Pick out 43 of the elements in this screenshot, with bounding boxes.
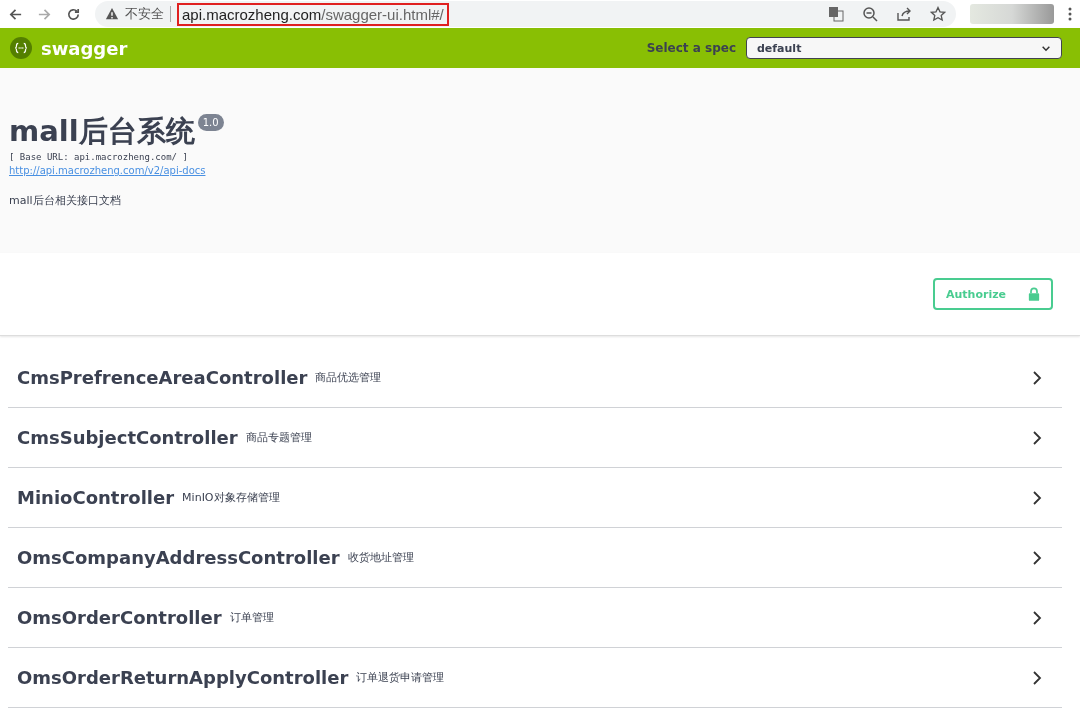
chevron-right-icon xyxy=(1032,429,1042,446)
chevron-right-icon xyxy=(1032,669,1042,686)
share-icon[interactable] xyxy=(896,6,912,22)
controller-description: 商品优选管理 xyxy=(315,370,382,385)
controller-section-header[interactable]: OmsCompanyAddressController 收货地址管理 xyxy=(8,528,1062,588)
controller-section-header[interactable]: CmsSubjectController 商品专题管理 xyxy=(8,408,1062,468)
address-bar[interactable]: 不安全 api.macrozheng.com/swagger-ui.html#/ xyxy=(95,1,956,27)
version-badge: 1.0 xyxy=(197,114,224,131)
warning-icon xyxy=(105,7,119,21)
reload-icon[interactable] xyxy=(66,6,81,22)
controller-section-header[interactable]: OmsOrderController 订单管理 xyxy=(8,588,1062,648)
controller-description: 商品专题管理 xyxy=(245,430,312,445)
lock-icon xyxy=(1028,287,1041,301)
swagger-logo-icon xyxy=(10,37,32,59)
chevron-right-icon xyxy=(1032,609,1042,626)
chevron-right-icon xyxy=(1032,489,1042,506)
controller-description: 收货地址管理 xyxy=(347,550,414,565)
controller-name: OmsOrderController xyxy=(17,607,222,628)
chevron-right-icon xyxy=(1032,549,1042,566)
zoom-out-icon[interactable] xyxy=(862,6,878,22)
controller-section-header[interactable]: CmsPrefrenceAreaController 商品优选管理 xyxy=(8,348,1062,408)
controller-section-header[interactable]: OmsOrderReturnApplyController 订单退货申请管理 xyxy=(8,648,1062,708)
controller-name: MinioController xyxy=(17,487,175,508)
controller-section-header[interactable]: MinioController MinIO对象存储管理 xyxy=(8,468,1062,528)
star-icon[interactable] xyxy=(930,6,946,22)
api-title: mall后台系统 xyxy=(9,114,195,148)
url-text: api.macrozheng.com/swagger-ui.html#/ xyxy=(177,2,449,26)
spec-label: Select a spec xyxy=(646,41,736,55)
menu-icon[interactable] xyxy=(1068,6,1072,22)
controller-name: OmsOrderReturnApplyController xyxy=(17,667,349,688)
controller-description: MinIO对象存储管理 xyxy=(182,490,280,505)
security-label: 不安全 xyxy=(125,5,164,23)
chevron-down-icon xyxy=(1041,44,1051,52)
controller-name: CmsSubjectController xyxy=(17,427,238,448)
controller-description: 订单退货申请管理 xyxy=(356,670,445,685)
controller-description: 订单管理 xyxy=(229,610,274,625)
controller-name: OmsCompanyAddressController xyxy=(17,547,340,568)
controller-name: CmsPrefrenceAreaController xyxy=(17,367,308,388)
base-url: [ Base URL: api.macrozheng.com/ ] xyxy=(9,152,189,162)
spec-select[interactable]: default xyxy=(746,37,1062,59)
swagger-logo-text: swagger xyxy=(41,37,128,59)
api-description: mall后台相关接口文档 xyxy=(9,193,121,208)
chevron-right-icon xyxy=(1032,369,1042,386)
